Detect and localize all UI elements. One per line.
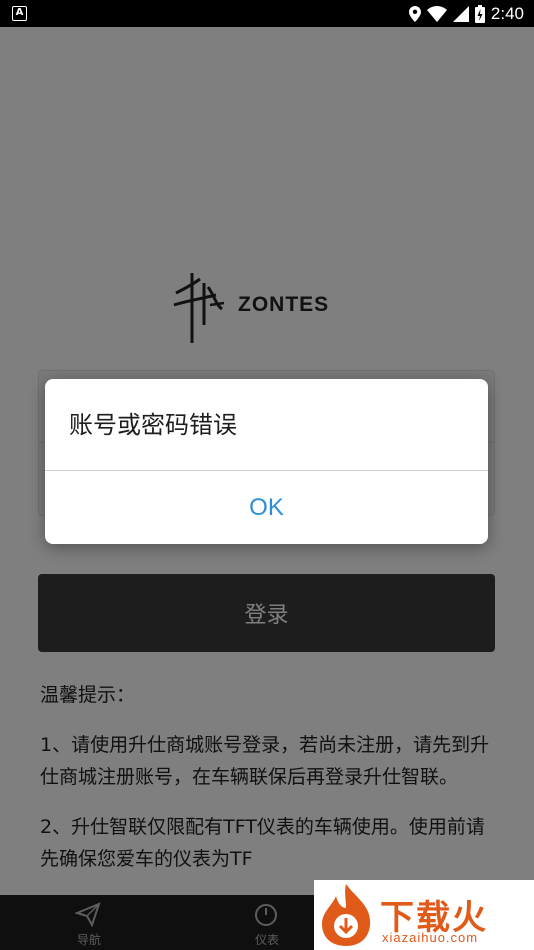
watermark-logo: 下载火 xiazaihuo.com [314,880,534,950]
dialog-message: 账号或密码错误 [69,411,237,439]
location-icon [408,5,421,22]
status-bar: A 2:40 [0,0,534,27]
wifi-icon [426,5,447,22]
notification-a-icon: A [12,6,27,21]
battery-icon [474,4,485,23]
signal-icon [452,5,469,22]
ok-button[interactable]: OK [45,471,488,544]
clock: 2:40 [490,3,524,23]
error-dialog: 账号或密码错误 OK [45,379,488,544]
flame-logo-icon [322,884,371,946]
watermark-url: xiazaihuo.com [382,930,479,945]
status-icons: 2:40 [408,3,524,24]
